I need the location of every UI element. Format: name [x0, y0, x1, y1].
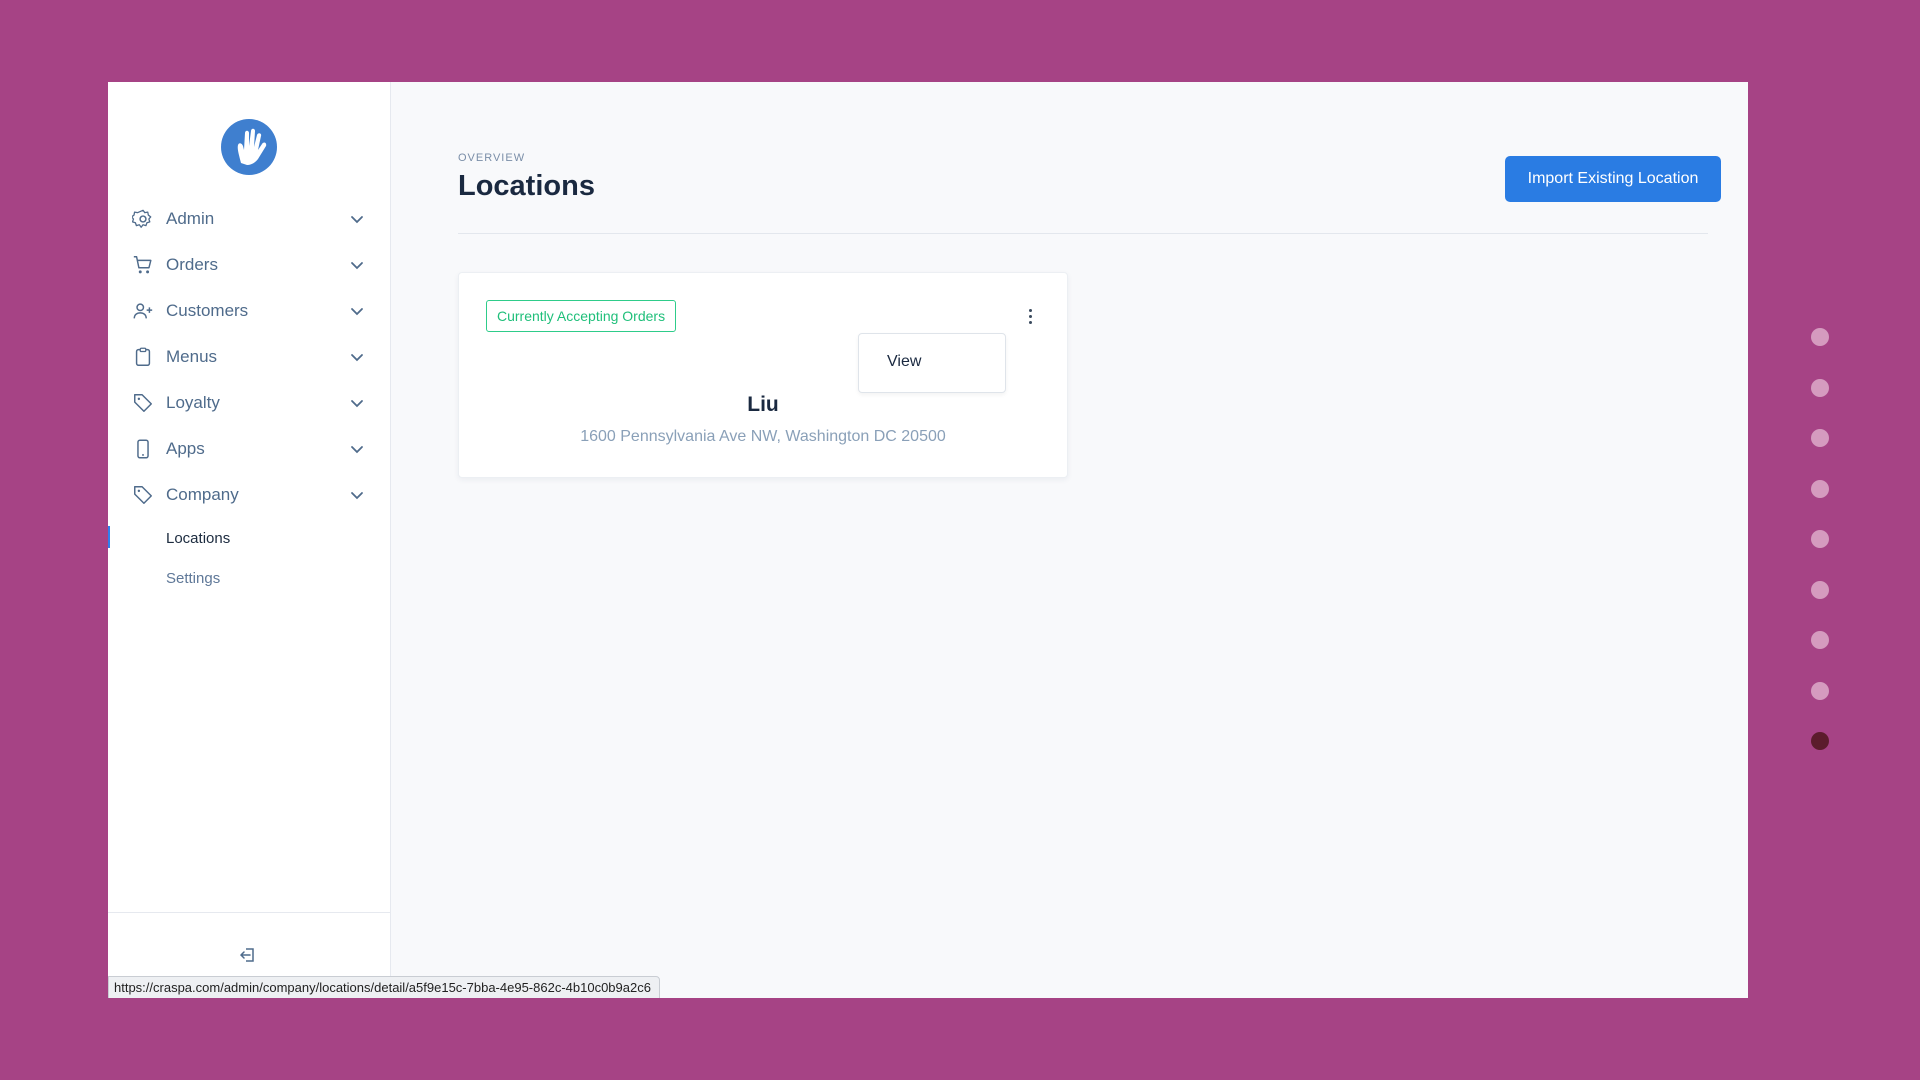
clipboard-icon [135, 347, 151, 366]
location-address: 1600 Pennsylvania Ave NW, Washington DC … [580, 428, 946, 445]
sidebar-item-label: Orders [166, 255, 218, 274]
phone-icon [137, 439, 149, 459]
chevron-down-icon [351, 492, 363, 500]
sidebar-item-menus[interactable]: Menus [108, 334, 390, 380]
sidebar-item-label: Menus [166, 347, 218, 366]
sidebar-item-label: Admin [166, 209, 215, 228]
sidebar-item-company[interactable]: Company [108, 472, 390, 518]
sidebar-item-customers[interactable]: Customers [108, 288, 390, 334]
view-menu-item[interactable]: View [887, 353, 921, 371]
slide-dot[interactable] [1811, 681, 1829, 700]
card-dropdown-menu: View [858, 333, 1006, 393]
sidebar-item-label: Company [166, 485, 239, 504]
sidebar-item-label: Apps [166, 439, 205, 458]
sidebar-item-orders[interactable]: Orders [108, 242, 390, 288]
sidebar-subitem-label: Locations [166, 530, 231, 547]
sidebar-nav: Admin Orders Customers Menus Loyalty App… [108, 196, 390, 598]
logout-icon[interactable] [238, 945, 258, 965]
slide-dot[interactable] [1811, 530, 1829, 548]
status-badge: Currently Accepting Orders [486, 300, 677, 332]
app-window: Admin Orders Customers Menus Loyalty App… [108, 82, 1748, 998]
sidebar-item-apps[interactable]: Apps [108, 426, 390, 472]
slide-dot[interactable] [1811, 328, 1829, 346]
chevron-down-icon [351, 446, 363, 454]
gear-icon [132, 209, 152, 228]
chevron-down-icon [351, 216, 363, 224]
status-bar-url: https://craspa.com/admin/company/locatio… [108, 976, 660, 998]
slide-dot[interactable] [1811, 479, 1829, 498]
slide-dot[interactable] [1811, 631, 1829, 649]
chevron-down-icon [351, 354, 363, 362]
sidebar-subitem-label: Settings [166, 570, 221, 587]
tag-icon [134, 394, 152, 412]
more-options-icon[interactable] [1027, 309, 1033, 329]
slide-dot[interactable] [1811, 580, 1829, 599]
sidebar-item-label: Loyalty [166, 393, 220, 412]
chevron-down-icon [351, 400, 363, 408]
sidebar-item-label: Customers [166, 301, 249, 320]
slide-dot[interactable] [1811, 732, 1829, 750]
tag-icon [134, 486, 152, 504]
sidebar-item-loyalty[interactable]: Loyalty [108, 380, 390, 426]
hand-logo-icon[interactable] [221, 119, 277, 175]
page-overline: OVERVIEW [458, 152, 526, 164]
sidebar-subitem-locations[interactable]: Locations [108, 518, 390, 558]
page-title: Locations [458, 170, 595, 202]
header-divider [458, 233, 1708, 234]
import-location-button[interactable]: Import Existing Location [1505, 156, 1721, 202]
slide-dot[interactable] [1811, 378, 1829, 397]
slide-nav-dots [1811, 328, 1831, 783]
chevron-down-icon [351, 308, 363, 316]
chevron-down-icon [351, 262, 363, 270]
cart-icon [133, 256, 152, 274]
location-name: Liu [747, 393, 779, 416]
user-add-icon [133, 303, 153, 319]
main-content: OVERVIEW Locations Import Existing Locat… [391, 82, 1748, 998]
sidebar: Admin Orders Customers Menus Loyalty App… [108, 82, 391, 998]
sidebar-item-admin[interactable]: Admin [108, 196, 390, 242]
sidebar-subitem-settings[interactable]: Settings [108, 558, 390, 598]
slide-dot[interactable] [1811, 429, 1829, 447]
location-card[interactable]: Currently Accepting Orders View Liu 1600… [458, 272, 1068, 478]
